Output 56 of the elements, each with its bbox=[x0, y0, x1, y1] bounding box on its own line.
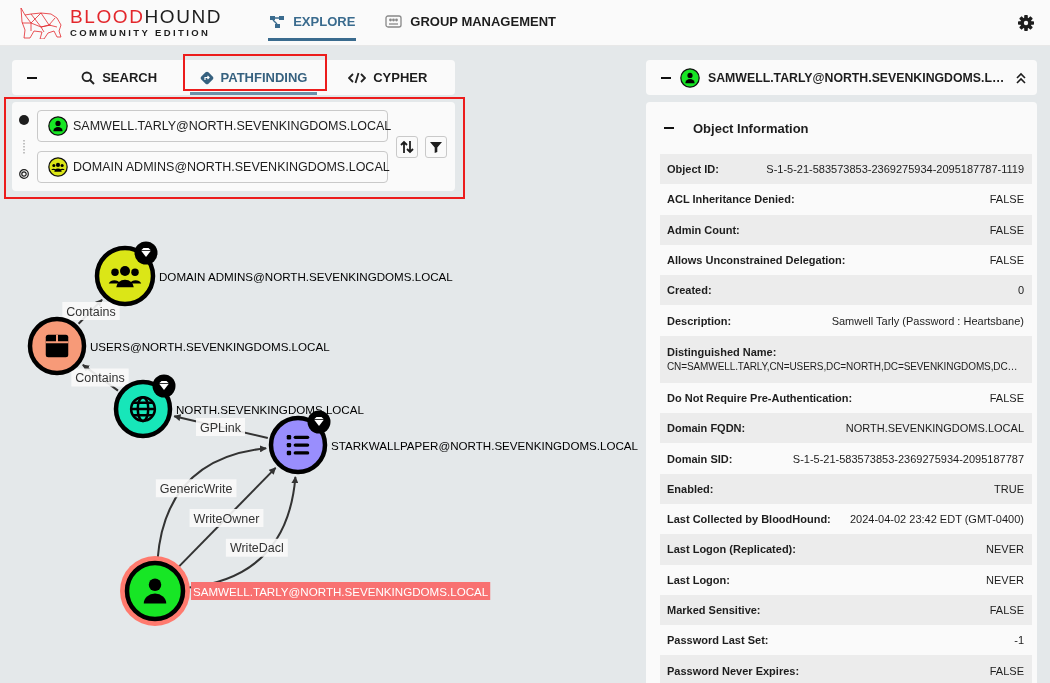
property-value: TRUE bbox=[994, 482, 1024, 495]
property-label: Object ID: bbox=[667, 163, 719, 176]
logo-subtitle: COMMUNITY EDITION bbox=[70, 28, 212, 38]
node-label: USERS@NORTH.SEVENKINGDOMS.LOCAL bbox=[90, 339, 330, 353]
node-label: DOMAIN ADMINS@NORTH.SEVENKINGDOMS.LOCAL bbox=[159, 269, 453, 283]
property-value: FALSE bbox=[989, 664, 1024, 677]
property-label: Domain FQDN: bbox=[667, 422, 746, 435]
edge-label: WriteDacl bbox=[225, 538, 288, 557]
node-label: SAMWELL.TARLY@NORTH.SEVENKINGDOMS.LOCAL bbox=[191, 582, 491, 600]
node-label: NORTH.SEVENKINGDOMS.LOCAL bbox=[176, 402, 364, 416]
property-label: ACL Inheritance Denied: bbox=[667, 193, 795, 206]
property-value: FALSE bbox=[989, 193, 1024, 206]
property-label: Last Collected by BloodHound: bbox=[667, 513, 831, 526]
tab[interactable]: CYPHER bbox=[324, 60, 451, 95]
property-label: Created: bbox=[667, 284, 712, 297]
property-value: CN=SAMWELL.TARLY,CN=USERS,DC=NORTH,DC=SEVENKINGDOMS,DC… bbox=[667, 361, 1018, 373]
tab[interactable]: PATHFINDING bbox=[190, 60, 317, 95]
property-value: FALSE bbox=[989, 254, 1024, 267]
property-value: 2024-04-02 23:42 EDT (GMT-0400) bbox=[849, 513, 1024, 526]
end-node-field[interactable]: DOMAIN ADMINS@NORTH.SEVENKINGDOMS.LOCAL bbox=[37, 151, 388, 183]
property-label: Last Logon (Replicated): bbox=[667, 543, 796, 556]
property-label: Domain SID: bbox=[667, 452, 733, 465]
property-label: Distinguished Name: bbox=[667, 346, 777, 359]
edge-label: WriteOwner bbox=[189, 509, 264, 527]
property-label: Admin Count: bbox=[667, 223, 740, 236]
edge-label: Contains bbox=[71, 368, 129, 387]
entity-title: SAMWELL.TARLY@NORTH.SEVENKINGDOMS.L… bbox=[708, 70, 1006, 85]
property-label: Enabled: bbox=[667, 482, 714, 495]
edge-label: Contains bbox=[62, 302, 120, 320]
nav-tab[interactable]: EXPLORE bbox=[268, 5, 357, 41]
property-value: NORTH.SEVENKINGDOMS.LOCAL bbox=[845, 422, 1024, 435]
property-label: Description: bbox=[667, 314, 732, 327]
property-value: Samwell Tarly (Password : Heartsbane) bbox=[831, 314, 1024, 327]
section-title: Object Information bbox=[693, 120, 809, 136]
property-label: Password Never Expires: bbox=[667, 664, 800, 677]
edge-label: GPLink bbox=[196, 418, 245, 436]
property-label: Marked Sensitive: bbox=[667, 604, 761, 616]
property-value: 0 bbox=[1017, 284, 1024, 297]
property-value: S-1-5-21-583573853-2369275934-2095187787-1119 bbox=[766, 163, 1024, 176]
node-label: STARKWALLPAPER@NORTH.SEVENKINGDOMS.LOCAL bbox=[331, 438, 639, 452]
property-label: Password Last Set: bbox=[667, 634, 769, 647]
property-label: Allows Unconstrained Delegation: bbox=[667, 254, 846, 267]
property-label: Last Logon: bbox=[667, 573, 730, 586]
property-value: FALSE bbox=[989, 391, 1024, 404]
property-value: -1 bbox=[1014, 634, 1024, 647]
property-value: FALSE bbox=[989, 604, 1024, 616]
logo-text: HOUND bbox=[144, 7, 223, 27]
property-value: S-1-5-21-583573853-2369275934-2095187787 bbox=[792, 452, 1024, 465]
property-value: NEVER bbox=[986, 573, 1024, 586]
property-value: FALSE bbox=[989, 223, 1024, 236]
property-label: Do Not Require Pre-Authentication: bbox=[667, 391, 853, 404]
logo-text: BLOOD bbox=[70, 7, 145, 27]
tab[interactable]: SEARCH bbox=[56, 60, 183, 95]
property-value: NEVER bbox=[986, 543, 1024, 556]
edge-label: GenericWrite bbox=[155, 479, 237, 498]
nav-tab[interactable]: GROUP MANAGEMENT bbox=[384, 5, 557, 41]
